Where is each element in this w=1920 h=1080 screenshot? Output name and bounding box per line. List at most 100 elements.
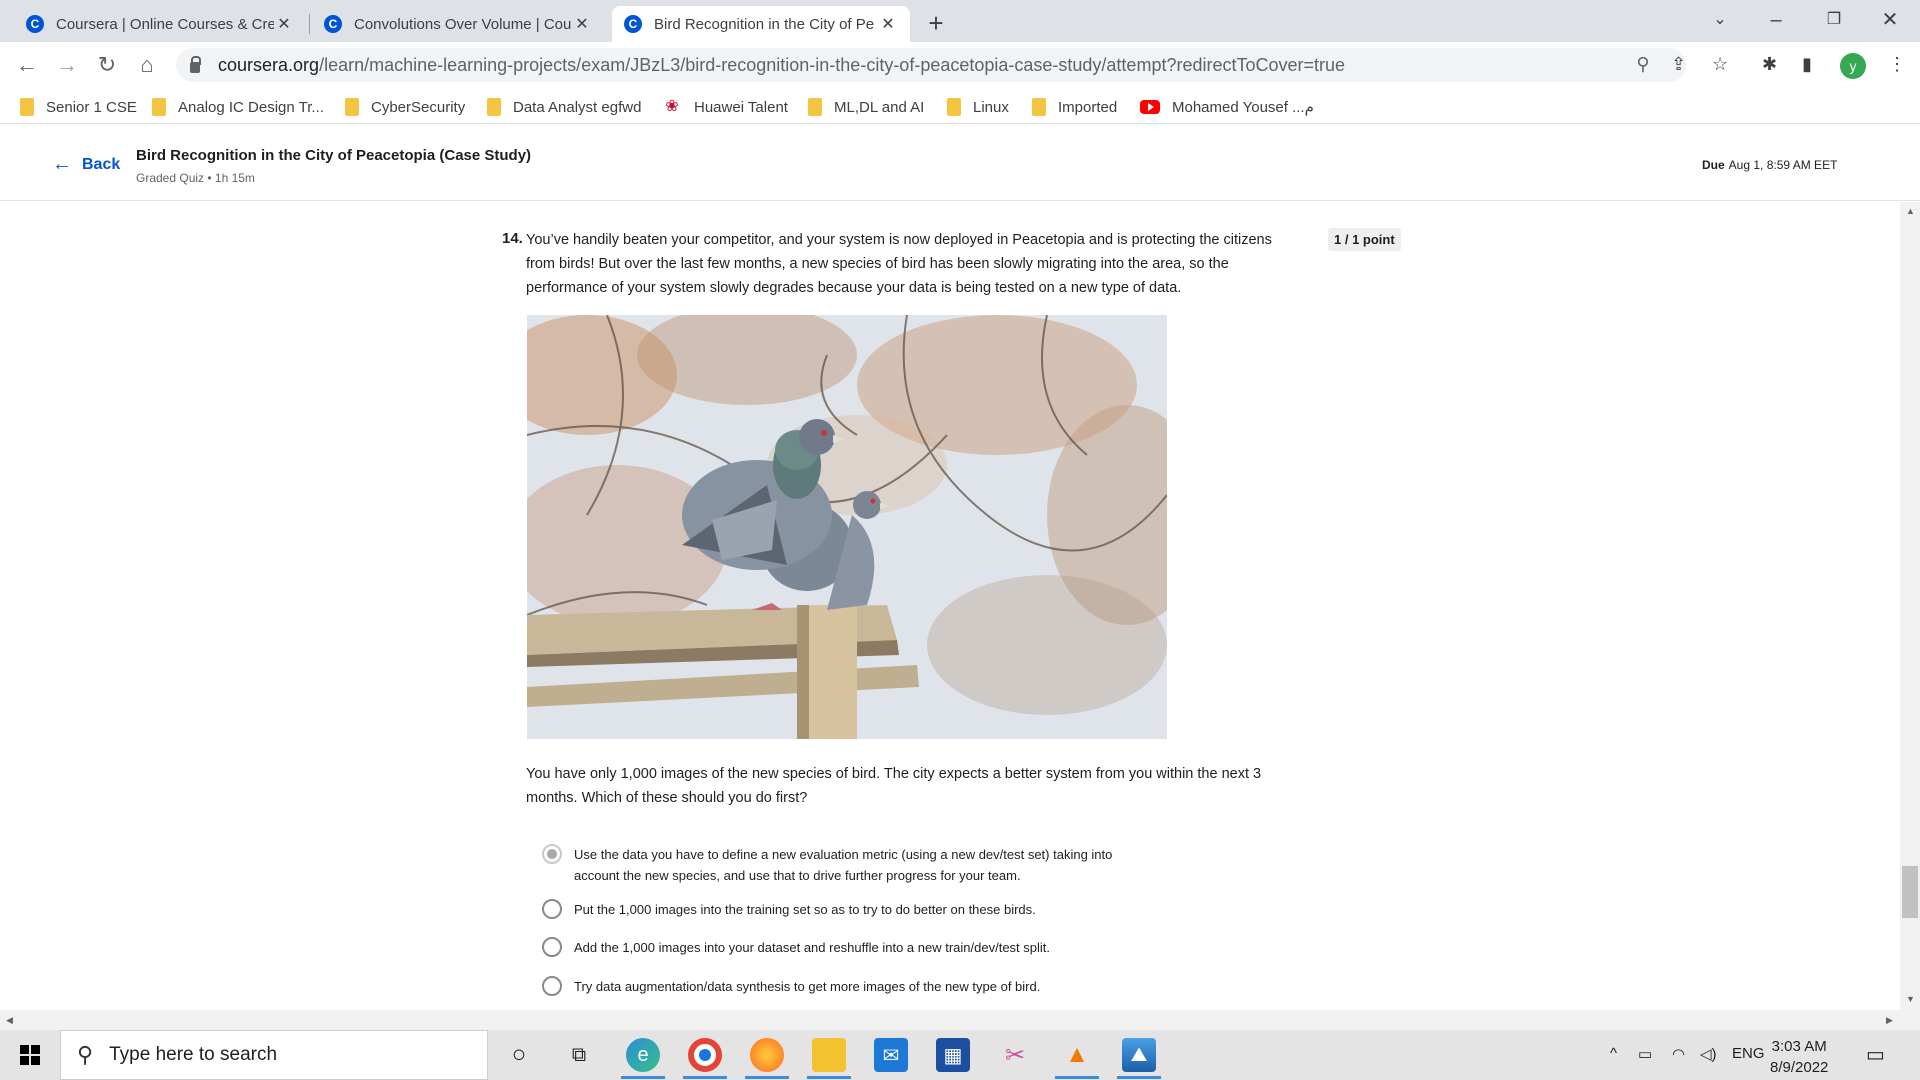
- browser-menu-icon[interactable]: ⋮: [1888, 54, 1906, 75]
- answer-option[interactable]: Try data augmentation/data synthesis to …: [542, 976, 1154, 997]
- back-button[interactable]: ← Back: [52, 153, 120, 176]
- edge-browser-icon[interactable]: e: [626, 1038, 660, 1072]
- tab-convolutions[interactable]: C Convolutions Over Volume | Cou ✕: [312, 6, 604, 42]
- language-indicator[interactable]: ENG: [1732, 1045, 1765, 1062]
- answer-option[interactable]: Use the data you have to define a new ev…: [542, 844, 1154, 886]
- folder-icon: [808, 98, 822, 116]
- question-text: You’ve handily beaten your competitor, a…: [526, 232, 1272, 296]
- bookmarks-bar: Senior 1 CSE Analog IC Design Tr... Cybe…: [0, 88, 1920, 124]
- cortana-icon[interactable]: ○: [502, 1038, 536, 1072]
- address-bar[interactable]: coursera.org/learn/machine-learning-proj…: [176, 48, 1686, 82]
- minimize-icon[interactable]: –: [1748, 0, 1804, 40]
- bookmark-folder[interactable]: Data Analyst egfwd: [487, 96, 641, 118]
- lock-icon: [190, 55, 201, 73]
- home-icon[interactable]: ⌂: [130, 48, 164, 82]
- bookmark-label: Imported: [1058, 98, 1118, 116]
- quiz-header: ← Back Bird Recognition in the City of Pe…: [0, 125, 1920, 201]
- huawei-logo-icon: ❀: [665, 98, 679, 115]
- radio-selected-icon[interactable]: [542, 844, 562, 864]
- radio-icon[interactable]: [542, 937, 562, 957]
- folder-icon: [487, 98, 501, 116]
- file-explorer-icon[interactable]: [812, 1038, 846, 1072]
- scroll-up-icon[interactable]: ▲: [1906, 206, 1915, 216]
- back-arrow-icon: ←: [52, 153, 72, 175]
- bookmark-label: Analog IC Design Tr...: [178, 98, 324, 116]
- url-text: coursera.org/learn/machine-learning-proj…: [218, 54, 1346, 75]
- active-app-indicator: [1055, 1076, 1099, 1079]
- bookmark-folder[interactable]: Imported: [1032, 96, 1117, 118]
- scroll-left-icon[interactable]: ◀: [6, 1015, 13, 1026]
- bookmark-label: ML,DL and AI: [834, 98, 925, 116]
- close-window-icon[interactable]: ✕: [1862, 0, 1918, 40]
- answer-option[interactable]: Put the 1,000 images into the training s…: [542, 899, 1154, 920]
- task-view-icon[interactable]: ⧉: [562, 1038, 596, 1072]
- side-panel-icon[interactable]: ▮: [1802, 54, 1812, 75]
- profile-avatar[interactable]: y: [1840, 53, 1866, 79]
- mail-icon[interactable]: ✉: [874, 1038, 908, 1072]
- tab-coursera-home[interactable]: C Coursera | Online Courses & Cre ✕: [14, 6, 306, 42]
- bookmark-folder[interactable]: Linux: [947, 96, 1009, 118]
- scroll-right-icon[interactable]: ▶: [1886, 1015, 1893, 1026]
- close-tab-icon[interactable]: ✕: [878, 14, 898, 34]
- bookmark-folder[interactable]: Analog IC Design Tr...: [152, 96, 324, 118]
- points-badge: 1 / 1 point: [1328, 228, 1401, 251]
- restore-icon[interactable]: ❐: [1806, 0, 1862, 40]
- folder-icon: [1032, 98, 1046, 116]
- pigeons-photo: [527, 315, 1167, 739]
- tab-search-icon[interactable]: ⌄: [1692, 0, 1748, 40]
- taskbar-clock[interactable]: 3:03 AM 8/9/2022: [1770, 1036, 1828, 1078]
- bookmark-label: Data Analyst egfwd: [513, 98, 642, 116]
- quiz-subtitle: Graded Quiz • 1h 15m: [136, 171, 255, 185]
- horizontal-scrollbar[interactable]: [0, 1010, 1920, 1030]
- folder-icon: [947, 98, 961, 116]
- coursera-favicon-icon: C: [624, 15, 642, 33]
- notification-center-icon[interactable]: ▭: [1866, 1042, 1885, 1067]
- bookmark-huawei[interactable]: ❀ Huawei Talent: [662, 96, 788, 118]
- firefox-icon[interactable]: [750, 1038, 784, 1072]
- bookmark-label: CyberSecurity: [371, 98, 466, 116]
- share-icon[interactable]: ⇪: [1671, 54, 1686, 75]
- bookmark-star-icon[interactable]: ☆: [1712, 54, 1728, 75]
- forward-arrow-icon[interactable]: →: [50, 48, 84, 82]
- scrollbar-thumb[interactable]: [1902, 866, 1918, 918]
- new-tab-button[interactable]: +: [920, 8, 952, 40]
- chrome-browser-icon[interactable]: [688, 1038, 722, 1072]
- volume-icon[interactable]: ◁): [1700, 1045, 1717, 1063]
- taskbar-search-box[interactable]: ⚲ Type here to search: [60, 1030, 488, 1080]
- bookmark-folder[interactable]: Senior 1 CSE: [20, 96, 137, 118]
- radio-icon[interactable]: [542, 899, 562, 919]
- folder-icon: [345, 98, 359, 116]
- search-placeholder: Type here to search: [109, 1044, 278, 1065]
- microsoft-store-icon[interactable]: ▦: [936, 1038, 970, 1072]
- battery-icon[interactable]: ▭: [1638, 1045, 1652, 1063]
- photos-icon[interactable]: ⛰: [1122, 1038, 1156, 1072]
- close-tab-icon[interactable]: ✕: [274, 14, 294, 34]
- bookmark-label: Mohamed Yousef ...م: [1172, 99, 1314, 116]
- wifi-icon[interactable]: ◠: [1672, 1045, 1685, 1063]
- extensions-puzzle-icon[interactable]: ✱: [1762, 54, 1777, 75]
- option-text: Put the 1,000 images into the training s…: [574, 902, 1036, 917]
- tab-title: Convolutions Over Volume | Cou: [354, 15, 572, 33]
- bookmark-youtube[interactable]: Mohamed Yousef ...م: [1140, 96, 1314, 118]
- tab-title: Bird Recognition in the City of Pe: [654, 15, 875, 33]
- bookmark-folder[interactable]: ML,DL and AI: [808, 96, 924, 118]
- back-arrow-icon[interactable]: ←: [10, 48, 44, 82]
- due-date: Due Aug 1, 8:59 AM EET: [1702, 158, 1838, 172]
- windows-start-icon[interactable]: [20, 1045, 40, 1065]
- reload-icon[interactable]: ↻: [90, 48, 124, 82]
- snipping-tool-icon[interactable]: ✂: [998, 1038, 1032, 1072]
- vlc-player-icon[interactable]: ▲: [1060, 1038, 1094, 1072]
- show-hidden-icons-icon[interactable]: ^: [1610, 1045, 1617, 1062]
- close-tab-icon[interactable]: ✕: [572, 14, 592, 34]
- clock-date: 8/9/2022: [1770, 1059, 1829, 1076]
- radio-icon[interactable]: [542, 976, 562, 996]
- scroll-down-icon[interactable]: ▼: [1906, 994, 1915, 1004]
- bookmark-folder[interactable]: CyberSecurity: [345, 96, 465, 118]
- zoom-icon[interactable]: ⚲: [1628, 54, 1658, 75]
- active-app-indicator: [807, 1076, 851, 1079]
- quiz-title: Bird Recognition in the City of Peacetop…: [136, 147, 532, 164]
- answer-option[interactable]: Add the 1,000 images into your dataset a…: [542, 937, 1154, 958]
- coursera-favicon-icon: C: [324, 15, 342, 33]
- tab-bird-recognition[interactable]: C Bird Recognition in the City of Pe ✕: [612, 6, 910, 42]
- bookmark-label: Senior 1 CSE: [46, 98, 137, 116]
